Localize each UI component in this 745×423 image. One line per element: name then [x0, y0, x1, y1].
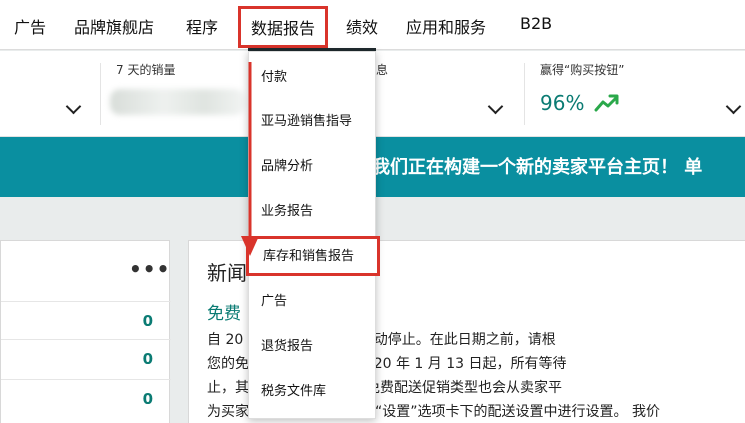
list-item[interactable]: 0: [1, 339, 171, 377]
more-options-icon[interactable]: •••: [129, 257, 170, 281]
buybox-metric-value: 96%: [540, 91, 585, 115]
reports-dropdown-menu: 付款 亚马逊销售指导 品牌分析 业务报告 库存和销售报告 广告 退货报告 税务文…: [246, 51, 380, 419]
metric-divider: [100, 63, 101, 125]
chevron-down-icon[interactable]: [487, 98, 504, 115]
partial-metric-label: 息: [376, 63, 389, 77]
menu-item-selling-coach[interactable]: 亚马逊销售指导: [249, 100, 377, 144]
chevron-down-icon[interactable]: [725, 98, 742, 115]
count-value: 0: [142, 312, 153, 330]
top-nav: 广告 品牌旗舰店 程序 数据报告 绩效 应用和服务 B2B: [0, 0, 745, 51]
blurred-value: [110, 89, 245, 115]
buybox-metric-label: 赢得“购买按钮”: [540, 63, 625, 77]
menu-item-business-reports[interactable]: 业务报告: [249, 190, 377, 234]
nav-item-ads[interactable]: 广告: [14, 14, 46, 38]
list-item[interactable]: 0: [1, 379, 171, 417]
trend-up-icon: [594, 94, 619, 112]
menu-item-tax-library[interactable]: 税务文件库: [249, 370, 377, 414]
nav-item-performance[interactable]: 绩效: [346, 14, 378, 38]
chevron-down-icon[interactable]: [65, 98, 82, 115]
annotation-arrow-icon: [241, 62, 259, 256]
news-link[interactable]: 免费: [207, 299, 241, 324]
sales-metric-label: 7 天的销量: [116, 63, 176, 77]
menu-item-return-reports[interactable]: 退货报告: [249, 325, 377, 369]
nav-item-brand-store[interactable]: 品牌旗舰店: [74, 14, 154, 38]
left-widget-card: ••• 0 0 0: [0, 240, 171, 423]
banner-text: 我们正在构建一个新的卖家平台主页！ 单: [372, 157, 703, 178]
nav-item-apps-services[interactable]: 应用和服务: [406, 14, 486, 38]
menu-item-inventory-sales-reports[interactable]: 库存和销售报告: [246, 236, 380, 276]
news-title: 新闻: [207, 261, 247, 285]
count-value: 0: [142, 390, 153, 408]
nav-item-programs[interactable]: 程序: [186, 14, 218, 38]
menu-item-payments[interactable]: 付款: [249, 56, 377, 100]
metric-divider: [524, 63, 525, 125]
menu-item-brand-analytics[interactable]: 品牌分析: [249, 145, 377, 189]
menu-item-advertising[interactable]: 广告: [249, 280, 377, 324]
count-value: 0: [142, 350, 153, 368]
nav-item-b2b[interactable]: B2B: [520, 14, 552, 33]
list-item[interactable]: 0: [1, 301, 171, 339]
nav-item-reports[interactable]: 数据报告: [238, 6, 329, 48]
